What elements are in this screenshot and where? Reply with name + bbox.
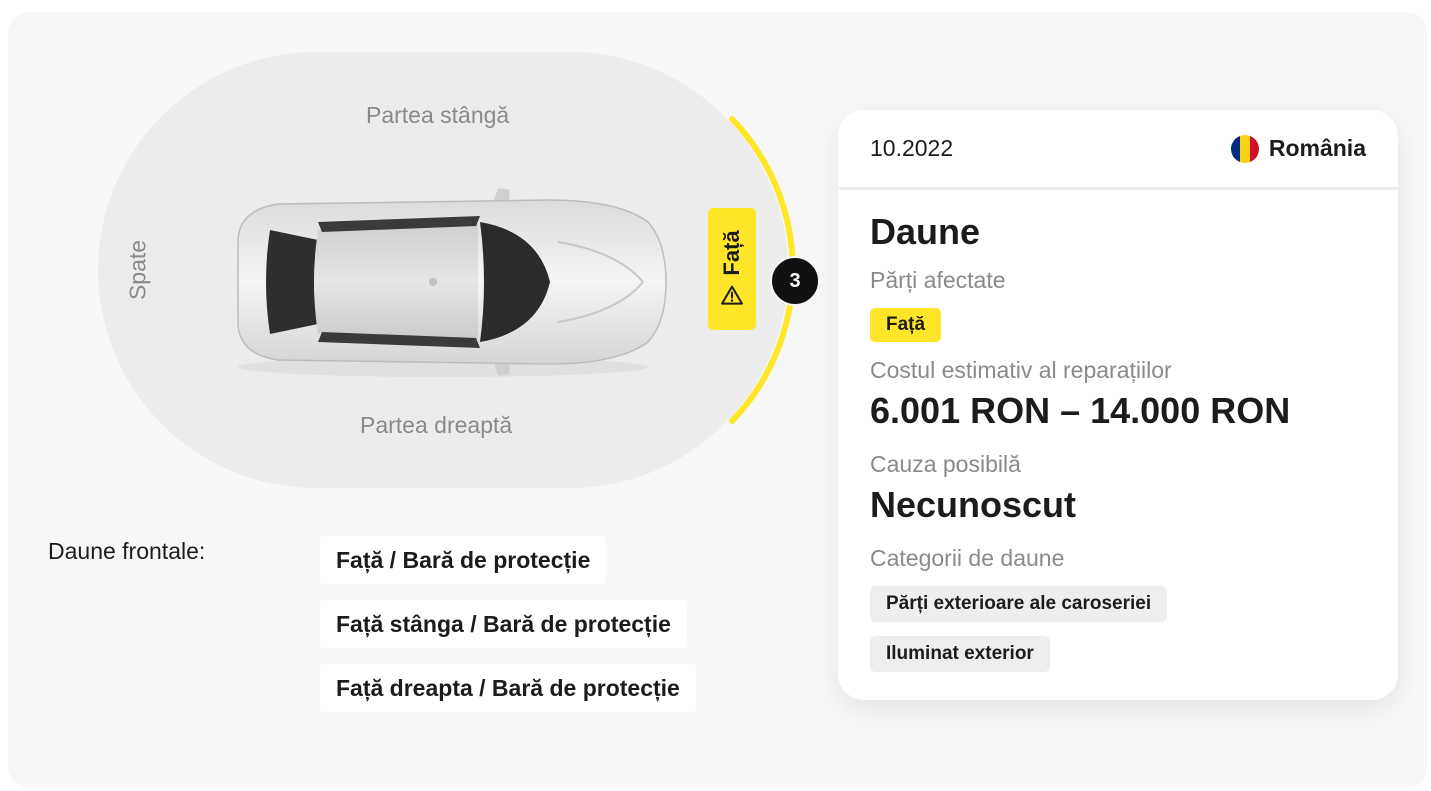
cause-value: Necunoscut	[870, 484, 1077, 525]
report-date: 10.2022	[870, 135, 954, 161]
categories-label: Categorii de daune	[870, 545, 1065, 571]
affected-parts-label: Părți afectate	[870, 267, 1006, 293]
category-tag: Iluminat exterior	[870, 636, 1050, 672]
frontal-damage-list: Față / Bară de protecție Față stânga / B…	[320, 536, 696, 712]
frontal-damage-title: Daune frontale:	[48, 538, 206, 564]
category-tag: Părți exterioare ale caroseriei	[870, 586, 1168, 622]
right-side-label: Partea dreaptă	[360, 412, 513, 438]
country-indicator: România	[1230, 134, 1366, 163]
warning-triangle-icon	[720, 284, 744, 308]
damage-report-card: 10.2022 România Daune Părți afectate Faț…	[838, 110, 1398, 700]
damage-count-badge: 3	[770, 256, 820, 306]
front-zone-label: Față	[719, 230, 744, 276]
frontal-damage-item[interactable]: Față dreapta / Bară de protecție	[320, 664, 696, 712]
car-damage-diagram: Partea stângă Partea dreaptă Spate Față …	[98, 52, 820, 492]
romania-flag-icon	[1230, 134, 1259, 163]
repair-cost-label: Costul estimativ al reparațiilor	[870, 357, 1172, 383]
car-top-view-image	[237, 188, 667, 377]
repair-cost-value: 6.001 RON – 14.000 RON	[870, 390, 1291, 431]
cause-label: Cauza posibilă	[870, 451, 1021, 477]
frontal-damage-item[interactable]: Față / Bară de protecție	[320, 536, 607, 584]
card-body: Daune Părți afectate Față Costul estimat…	[838, 190, 1398, 672]
affected-part-tag: Față	[870, 308, 942, 342]
page-frame: Partea stângă Partea dreaptă Spate Față …	[8, 12, 1428, 788]
card-title: Daune	[870, 211, 981, 252]
country-name: România	[1268, 135, 1366, 161]
card-header: 10.2022 România	[838, 110, 1398, 190]
frontal-damage-item[interactable]: Față stânga / Bară de protecție	[320, 600, 687, 648]
front-zone-badge[interactable]: Față	[708, 208, 756, 330]
left-side-label: Partea stângă	[366, 102, 510, 128]
back-side-label: Spate	[124, 239, 151, 301]
damage-categories: Părți exterioare ale caroseriei Iluminat…	[870, 586, 1366, 672]
